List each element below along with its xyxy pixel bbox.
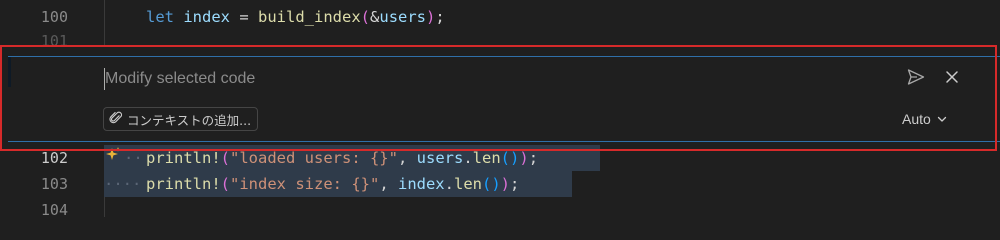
whitespace-marker: ···· <box>104 175 142 193</box>
send-icon <box>906 67 926 91</box>
code-line-100[interactable]: let index = build_index(&users); <box>146 4 445 30</box>
string-literal: "loaded users: {}" <box>230 149 398 167</box>
widget-top-border <box>8 56 1000 57</box>
paren: ( <box>220 175 230 193</box>
semicolon: ; <box>435 8 445 26</box>
method: len <box>454 175 482 193</box>
method: len <box>472 149 501 167</box>
text-cursor <box>104 68 105 90</box>
semicolon: ; <box>528 149 539 167</box>
line-number: 104 <box>40 201 68 219</box>
keyword: let <box>146 8 174 26</box>
ampersand: & <box>370 8 380 26</box>
paren: ) <box>500 175 511 193</box>
paperclip-icon <box>109 110 123 129</box>
paren: ) <box>519 149 529 167</box>
inline-chat-widget: コンテキストの追加... Auto <box>0 46 1000 152</box>
dot: . <box>463 149 473 167</box>
paren: ( <box>360 8 371 26</box>
widget-bottom-border <box>8 141 1000 142</box>
macro: println! <box>146 149 221 167</box>
indent-guide <box>104 0 105 46</box>
code-line-102[interactable]: println!("loaded users: {}", users.len()… <box>146 145 538 171</box>
object: users <box>416 149 464 167</box>
close-icon <box>944 69 960 89</box>
comma: , <box>379 175 398 193</box>
model-label: Auto <box>902 111 931 127</box>
dot: . <box>444 175 454 193</box>
string-literal: "index size: {}" <box>230 175 380 193</box>
variable: index <box>183 8 231 26</box>
code-line-103[interactable]: println!("index size: {}", index.len()); <box>146 171 519 197</box>
add-context-button[interactable]: コンテキストの追加... <box>103 107 259 131</box>
sparkle-icon[interactable] <box>104 146 122 164</box>
widget-left-marker <box>8 57 11 87</box>
prompt-input[interactable] <box>103 66 865 92</box>
model-picker[interactable]: Auto <box>902 109 948 129</box>
add-context-label: コンテキストの追加... <box>127 112 252 128</box>
macro: println! <box>146 175 221 193</box>
comma: , <box>397 149 417 167</box>
call-parens: () <box>500 149 520 167</box>
code-editor[interactable]: 100 let index = build_index(&users); 101 <box>0 0 1000 219</box>
function-name: build_index <box>258 8 361 26</box>
whitespace-marker: ·· <box>124 149 143 167</box>
line-number: 100 <box>40 8 68 26</box>
chevron-down-icon <box>936 110 948 129</box>
send-button[interactable] <box>903 66 929 92</box>
line-number: 103 <box>40 175 68 193</box>
argument: users <box>379 8 427 26</box>
operator: = <box>230 8 259 26</box>
paren: ) <box>426 8 436 26</box>
object: index <box>397 175 445 193</box>
semicolon: ; <box>510 175 520 193</box>
call-parens: () <box>482 175 501 193</box>
close-button[interactable] <box>939 66 965 92</box>
paren: ( <box>220 149 230 167</box>
line-number: 102 <box>40 149 68 167</box>
